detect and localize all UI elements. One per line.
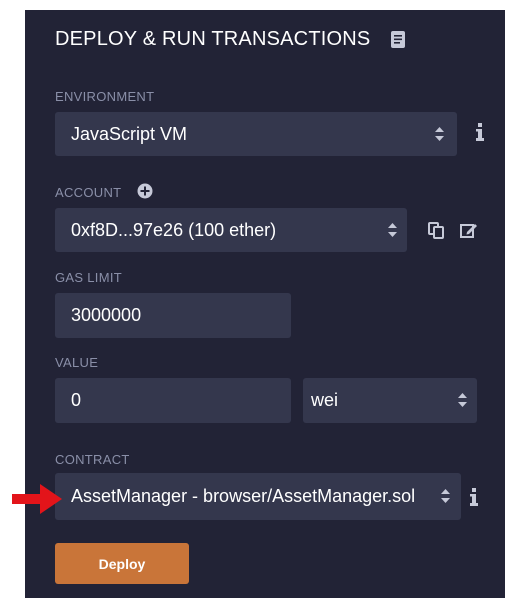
account-value: 0xf8D...97e26 (100 ether): [71, 219, 277, 240]
copy-icon[interactable]: [428, 222, 444, 239]
sort-icon: [441, 489, 450, 503]
environment-label: ENVIRONMENT: [55, 89, 155, 104]
edit-icon[interactable]: [460, 222, 478, 239]
environment-value: JavaScript VM: [71, 123, 188, 144]
value-label: VALUE: [55, 355, 99, 370]
contract-info-icon[interactable]: [470, 488, 478, 506]
environment-info-icon[interactable]: [476, 123, 484, 141]
deploy-run-panel: DEPLOY & RUN TRANSACTIONS ENVIRONMENT Ja…: [25, 10, 505, 598]
contract-value: AssetManager - browser/AssetManager.sol: [71, 486, 416, 506]
value-input[interactable]: 0: [55, 378, 291, 423]
sort-icon: [458, 393, 467, 407]
account-label: ACCOUNT: [55, 185, 122, 200]
deploy-button[interactable]: Deploy: [55, 543, 189, 584]
sort-icon: [388, 223, 397, 237]
environment-select[interactable]: JavaScript VM: [55, 112, 457, 156]
value-unit: wei: [311, 390, 339, 410]
documentation-icon[interactable]: [391, 31, 405, 48]
contract-select[interactable]: AssetManager - browser/AssetManager.sol: [55, 473, 461, 520]
plus-circle-icon[interactable]: [137, 183, 153, 199]
gas-limit-value: 3000000: [71, 305, 142, 325]
value-unit-select[interactable]: wei: [303, 378, 477, 423]
gas-limit-input[interactable]: 3000000: [55, 293, 291, 338]
panel-title: DEPLOY & RUN TRANSACTIONS: [55, 28, 371, 50]
sort-icon: [435, 127, 444, 141]
value-amount: 0: [71, 390, 82, 410]
contract-label: CONTRACT: [55, 452, 130, 467]
account-select[interactable]: 0xf8D...97e26 (100 ether): [55, 208, 407, 252]
gas-limit-label: GAS LIMIT: [55, 270, 122, 285]
red-arrow-icon: [12, 484, 62, 514]
